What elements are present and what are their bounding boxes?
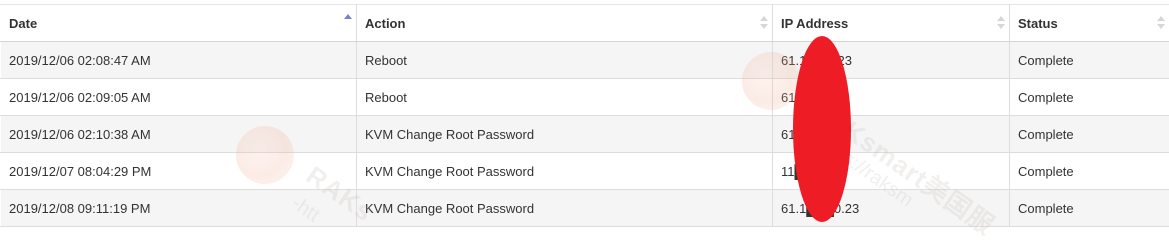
sort-icon (997, 15, 1005, 31)
cell-action: KVM Change Root Password (356, 152, 773, 190)
cell-status: Complete (1009, 41, 1169, 79)
cell-action: KVM Change Root Password (356, 115, 773, 153)
column-header-ip-address[interactable]: IP Address (772, 4, 1010, 42)
column-header-label: Date (9, 15, 38, 31)
column-header-label: Action (365, 15, 406, 31)
sort-icon (1157, 15, 1165, 31)
table-row: 2019/12/08 09:11:19 PM KVM Change Root P… (0, 189, 1169, 227)
column-header-label: IP Address (781, 15, 849, 31)
table-header: Date Action IP Address Status (0, 4, 1169, 42)
table-body: 2019/12/06 02:08:47 AM Reboot 61.1███.23… (0, 41, 1169, 227)
table-row: 2019/12/07 08:04:29 PM KVM Change Root P… (0, 152, 1169, 190)
sort-ascending-icon (344, 13, 352, 29)
history-table-panel: Date Action IP Address Status 2019/12/06… (0, 0, 1169, 240)
cell-action: KVM Change Root Password (356, 189, 773, 227)
cell-action: Reboot (356, 78, 773, 116)
cell-date: 2019/12/07 08:04:29 PM (0, 152, 357, 190)
table-row: 2019/12/06 02:09:05 AM Reboot 61███.23 C… (0, 78, 1169, 116)
column-header-label: Status (1018, 15, 1058, 31)
cell-status: Complete (1009, 115, 1169, 153)
cell-action: Reboot (356, 41, 773, 79)
sort-icon (760, 15, 768, 31)
cell-status: Complete (1009, 152, 1169, 190)
cell-status: Complete (1009, 78, 1169, 116)
cell-date: 2019/12/08 09:11:19 PM (0, 189, 357, 227)
table-row: 2019/12/06 02:08:47 AM Reboot 61.1███.23… (0, 41, 1169, 79)
cell-date: 2019/12/06 02:08:47 AM (0, 41, 357, 79)
column-header-action[interactable]: Action (356, 4, 773, 42)
cell-date: 2019/12/06 02:10:38 AM (0, 115, 357, 153)
redaction-mark (793, 36, 851, 222)
cell-status: Complete (1009, 189, 1169, 227)
table-row: 2019/12/06 02:10:38 AM KVM Change Root P… (0, 115, 1169, 153)
action-history-table: Date Action IP Address Status 2019/12/06… (0, 4, 1169, 227)
cell-date: 2019/12/06 02:09:05 AM (0, 78, 357, 116)
column-header-status[interactable]: Status (1009, 4, 1169, 42)
column-header-date[interactable]: Date (0, 4, 357, 42)
